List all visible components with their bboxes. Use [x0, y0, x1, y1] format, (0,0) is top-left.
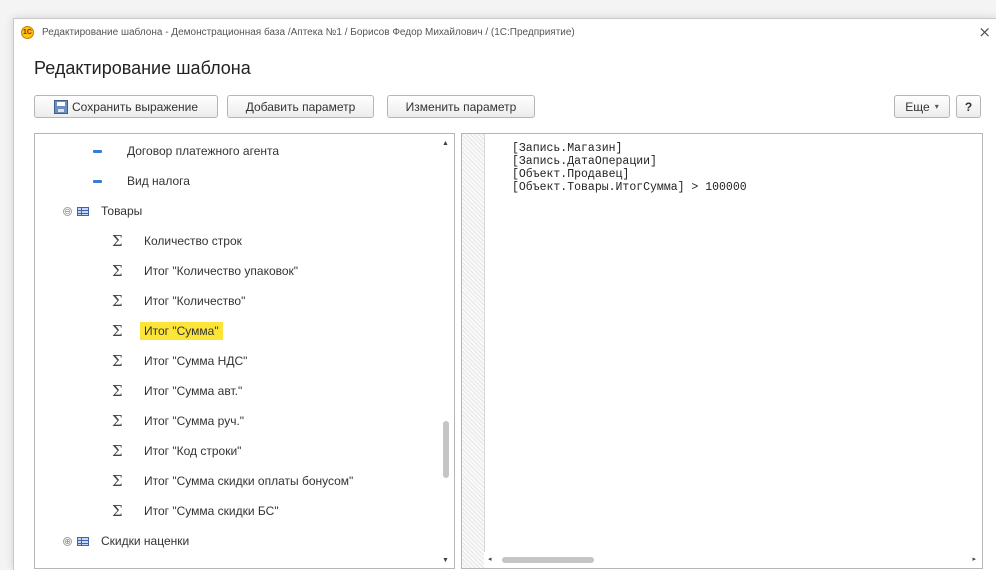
title-bar: 1С Редактирование шаблона - Демонстрацио…: [14, 19, 996, 45]
tree-item-label: Договор платежного агента: [127, 144, 280, 158]
expand-icon[interactable]: ⊕: [63, 536, 72, 546]
tree-item-label: Итог "Сумма НДС": [144, 354, 248, 368]
add-parameter-label: Добавить параметр: [245, 99, 356, 114]
editor-scroll-thumb[interactable]: [502, 557, 594, 563]
tree-item[interactable]: Σ Итог "Сумма": [35, 316, 439, 346]
chevron-down-icon: ▾: [934, 102, 939, 111]
tree-item[interactable]: Σ Итог "Количество упаковок": [35, 256, 439, 286]
tree-item[interactable]: ⊕ Скидки наценки: [35, 526, 439, 556]
tree-item-label: Скидки наценки: [101, 534, 190, 548]
tree-item[interactable]: Σ Итог "Сумма НДС": [35, 346, 439, 376]
tree-item-label: Итог "Сумма руч.": [144, 414, 245, 428]
scroll-up-icon[interactable]: ▲: [442, 140, 449, 147]
code-line[interactable]: [Запись.ДатаОперации]: [512, 155, 657, 168]
sigma-icon: Σ: [112, 351, 123, 370]
tree-item-label: Товары: [101, 204, 143, 218]
sigma-icon: Σ: [112, 501, 123, 520]
tree-item[interactable]: Σ Итог "Сумма скидки БС": [35, 496, 439, 526]
sigma-icon: Σ: [112, 441, 123, 460]
change-parameter-label: Изменить параметр: [405, 99, 517, 114]
tree-item[interactable]: ⊖ Товары: [35, 196, 439, 226]
tree-item-label: Итог "Сумма скидки БС": [144, 504, 279, 518]
tree-item-label: Итог "Сумма авт.": [144, 384, 243, 398]
change-parameter-button[interactable]: Изменить параметр: [387, 95, 535, 118]
tree-item-label: Итог "Количество упаковок": [144, 264, 299, 278]
sigma-icon: Σ: [112, 321, 123, 340]
more-menu-button[interactable]: Еще ▾: [894, 95, 950, 118]
save-icon: [53, 99, 68, 114]
code-line[interactable]: [Объект.Продавец]: [512, 168, 629, 181]
tree-item[interactable]: Вид налога: [35, 166, 439, 196]
editor-gutter: [462, 134, 485, 568]
save-expression-label: Сохранить выражение: [71, 99, 199, 114]
page-title: Редактирование шаблона: [34, 58, 251, 78]
scroll-right-icon[interactable]: ▸: [972, 555, 976, 563]
close-icon[interactable]: ×: [978, 23, 991, 41]
tree-item[interactable]: Договор платежного агента: [35, 136, 439, 166]
tree-item[interactable]: Σ Итог "Сумма скидки оплаты бонусом": [35, 466, 439, 496]
tree-item-label: Вид налога: [127, 174, 190, 188]
table-icon: [77, 536, 89, 546]
fields-tree[interactable]: Договор платежного агента Вид налога ⊖ Това…: [34, 133, 455, 569]
code-line[interactable]: [Объект.Товары.ИтогСумма] > 100000: [512, 181, 747, 194]
more-menu-label: Еще: [905, 99, 930, 114]
sigma-icon: Σ: [112, 381, 123, 400]
sigma-icon: Σ: [112, 411, 123, 430]
dash-icon: [93, 149, 102, 153]
tree-item[interactable]: Σ Итог "Сумма руч.": [35, 406, 439, 436]
tree-item[interactable]: Σ Количество строк: [35, 226, 439, 256]
sigma-icon: Σ: [112, 291, 123, 310]
tree-item-label: Итог "Сумма скидки оплаты бонусом": [144, 474, 354, 488]
sigma-icon: Σ: [112, 231, 123, 250]
expression-editor[interactable]: [Запись.Магазин] [Запись.ДатаОперации] [Об…: [461, 133, 983, 569]
dash-icon: [93, 179, 102, 183]
table-icon: [77, 206, 89, 216]
tree-item[interactable]: Σ Итог "Код строки": [35, 436, 439, 466]
tree-item[interactable]: Σ Итог "Сумма авт.": [35, 376, 439, 406]
tree-item-label: Итог "Код строки": [144, 444, 242, 458]
tree-scroll-thumb[interactable]: [443, 421, 449, 478]
window-title: Редактирование шаблона - Демонстрационна…: [42, 26, 575, 38]
editor-window: 1С Редактирование шаблона - Демонстрацио…: [13, 18, 996, 570]
tree-item-label: Итог "Количество": [144, 294, 246, 308]
code-line[interactable]: [Запись.Магазин]: [512, 142, 622, 155]
tree-item-label: Итог "Сумма": [140, 322, 223, 340]
sigma-icon: Σ: [112, 261, 123, 280]
scroll-down-icon[interactable]: ▼: [442, 557, 449, 564]
collapse-icon[interactable]: ⊖: [63, 206, 72, 216]
scroll-left-icon[interactable]: ◂: [488, 555, 492, 563]
app-logo-icon: 1С: [21, 25, 34, 39]
add-parameter-button[interactable]: Добавить параметр: [227, 95, 374, 118]
help-label: ?: [964, 99, 973, 114]
tree-item[interactable]: Σ Итог "Количество": [35, 286, 439, 316]
sigma-icon: Σ: [112, 471, 123, 490]
tree-item-label: Количество строк: [144, 234, 242, 248]
help-button[interactable]: ?: [956, 95, 981, 118]
save-expression-button[interactable]: Сохранить выражение: [34, 95, 218, 118]
editor-horizontal-scrollbar[interactable]: ◂ ▸: [484, 552, 982, 568]
tree-vertical-scrollbar[interactable]: ▲ ▼: [438, 134, 454, 568]
